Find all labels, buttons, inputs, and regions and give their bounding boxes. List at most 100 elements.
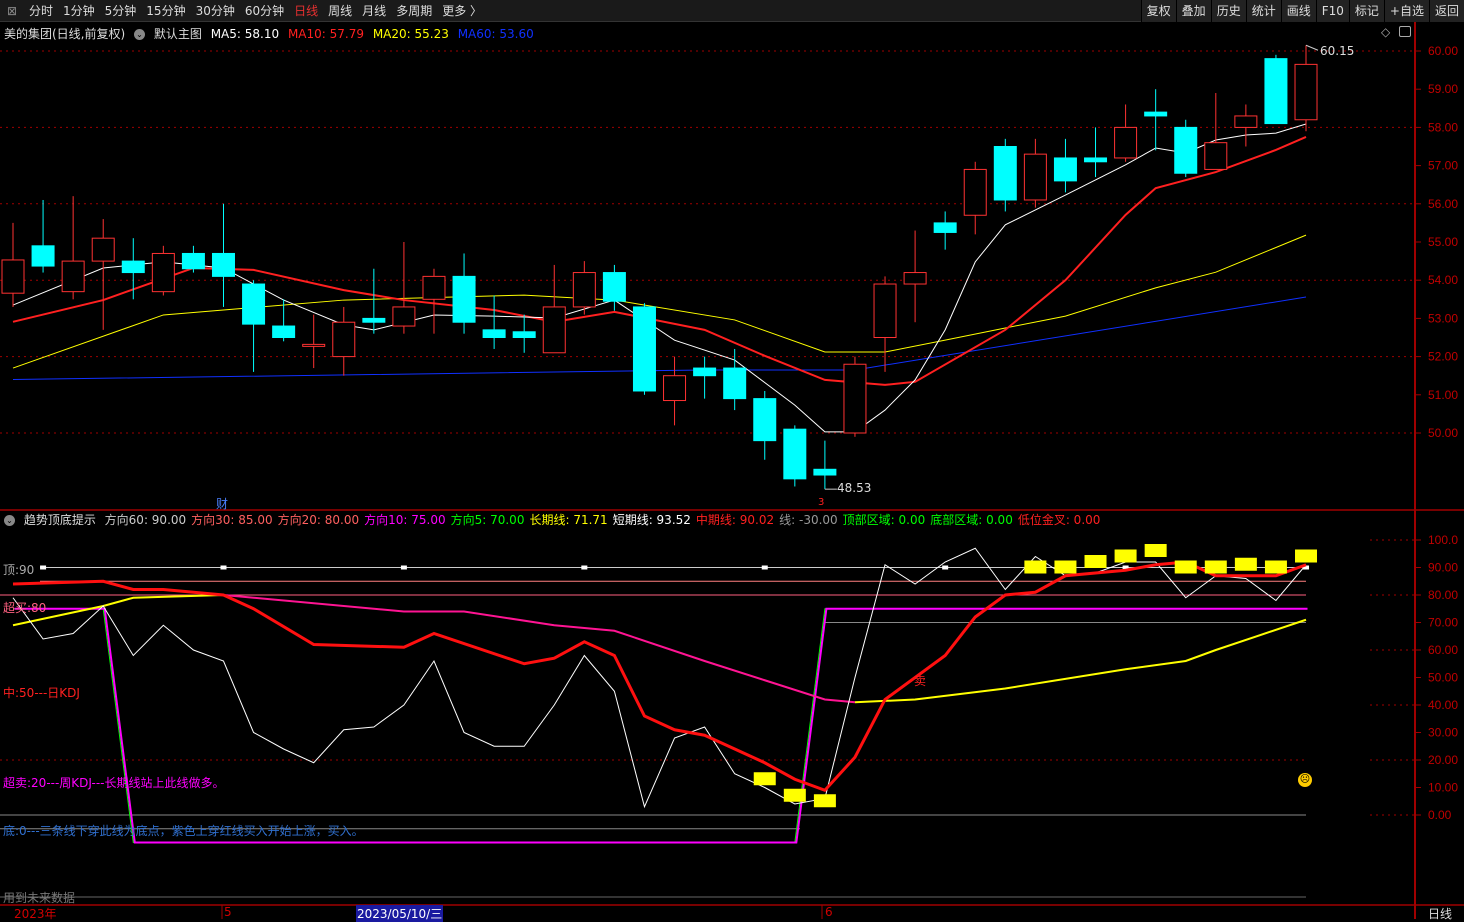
price-axis-label: 58.00 xyxy=(1428,120,1458,134)
candle-up xyxy=(91,237,115,262)
candle-down xyxy=(1264,58,1288,125)
price-axis-label: 57.00 xyxy=(1428,159,1458,173)
candle-down xyxy=(1084,157,1108,163)
candle-up xyxy=(873,283,897,338)
time-cursor-date: 2023/05/10/三 xyxy=(356,905,444,922)
step-line-magenta xyxy=(14,607,1308,844)
signal-marker xyxy=(1084,555,1107,568)
candle-up xyxy=(392,306,416,327)
signal-marker xyxy=(1174,560,1197,574)
ma5-line xyxy=(12,123,1307,433)
low-price-label: 48.53 xyxy=(837,481,872,495)
candle-down xyxy=(452,275,476,323)
top-line-marker xyxy=(40,565,47,570)
price-axis-label: 51.00 xyxy=(1428,388,1458,402)
candle-down xyxy=(783,428,807,480)
top-line-marker xyxy=(400,565,407,570)
signal-marker xyxy=(753,772,776,786)
candle-down xyxy=(602,272,626,302)
indicator-axis-label: 0.00 xyxy=(1428,808,1452,822)
candle-down xyxy=(121,260,145,274)
label-top: 顶:90 xyxy=(3,563,35,577)
ma20-line xyxy=(12,234,1307,369)
candle-up xyxy=(1114,126,1138,159)
long-line-pink xyxy=(223,594,856,704)
signal-marker xyxy=(783,788,806,802)
candle-up xyxy=(422,275,446,300)
price-axis-label: 55.00 xyxy=(1428,235,1458,249)
face-icon: ☹ xyxy=(1298,773,1312,787)
candle-down xyxy=(242,283,266,325)
time-june: 6 xyxy=(825,905,833,919)
price-axis-label: 60.00 xyxy=(1428,44,1458,58)
price-axis-label: 50.00 xyxy=(1428,426,1458,440)
signal-marker xyxy=(1144,544,1167,557)
indicator-axis-label: 70.00 xyxy=(1428,616,1458,630)
signal-marker xyxy=(1114,549,1137,563)
candle-down xyxy=(813,468,837,476)
label-future: 用到未来数据 xyxy=(3,891,76,905)
top-line-marker xyxy=(761,565,768,570)
label-overbought: 超买:80 xyxy=(3,601,47,615)
indicator-axis-label: 10.00 xyxy=(1428,781,1458,795)
candle-up xyxy=(1023,153,1047,201)
candle-down xyxy=(362,317,386,323)
price-axis-label: 54.00 xyxy=(1428,273,1458,287)
candle-down xyxy=(272,325,296,339)
indicator-axis-label: 60.00 xyxy=(1428,643,1458,657)
indicator-axis-label: 30.00 xyxy=(1428,726,1458,740)
top-line-marker xyxy=(220,565,227,570)
candle-up xyxy=(302,343,326,347)
price-axis-label: 56.00 xyxy=(1428,197,1458,211)
candle-down xyxy=(723,367,747,400)
price-axis-label: 53.00 xyxy=(1428,311,1458,325)
candle-up xyxy=(332,321,356,358)
ma10-line xyxy=(12,136,1307,386)
candle-up xyxy=(151,252,175,293)
top-line-marker xyxy=(942,565,949,570)
candle-up xyxy=(542,306,566,354)
candle-down xyxy=(181,252,205,270)
signal-marker xyxy=(1234,557,1257,571)
candle-down xyxy=(1144,111,1168,117)
ma60-line xyxy=(12,296,1307,381)
long-line-yellow xyxy=(854,618,1307,704)
candle-down xyxy=(1053,157,1077,182)
indicator-axis-label: 40.00 xyxy=(1428,698,1458,712)
label-bottom: 底:0---三条线下穿此线为底点，紫色上穿红线买入开始上涨，买入。 xyxy=(3,824,364,838)
candle-up xyxy=(1,259,25,294)
candle-up xyxy=(963,168,987,216)
top-line-marker xyxy=(581,565,588,570)
candle-down xyxy=(632,306,656,392)
high-marker xyxy=(1305,44,1319,51)
price-axis-label: 59.00 xyxy=(1428,82,1458,96)
indicator-axis-label: 100.0 xyxy=(1428,533,1458,547)
step-line-green xyxy=(13,608,1307,843)
period-label: 日线 xyxy=(1428,907,1453,921)
candle-up xyxy=(843,363,867,434)
short-line xyxy=(12,547,1307,809)
signal-marker xyxy=(1024,560,1047,574)
candle-down xyxy=(211,252,235,277)
time-may: 5 xyxy=(224,905,232,919)
sell-signal-label: 卖 xyxy=(914,674,927,688)
indicator-axis-label: 80.00 xyxy=(1428,588,1458,602)
candle-down xyxy=(753,398,777,442)
indicator-axis-label: 20.00 xyxy=(1428,753,1458,767)
signal-marker xyxy=(1054,560,1077,574)
price-axis-label: 52.00 xyxy=(1428,350,1458,364)
candle-up xyxy=(1204,142,1228,170)
indicator-axis-label: 50.00 xyxy=(1428,671,1458,685)
signal-marker xyxy=(813,794,836,808)
annotation-cai[interactable]: 财 xyxy=(216,495,228,512)
candle-down xyxy=(693,367,717,377)
candle-up xyxy=(903,272,927,285)
indicator-axis-label: 90.00 xyxy=(1428,561,1458,575)
candle-down xyxy=(31,245,55,267)
label-oversold: 超卖:20---周KDJ---长期线站上此线做多。 xyxy=(3,776,225,790)
signal-marker xyxy=(1295,549,1318,563)
candle-up xyxy=(663,375,687,402)
candle-down xyxy=(993,146,1017,201)
candle-up xyxy=(1234,115,1258,128)
annotation-three[interactable]: 3 xyxy=(818,497,824,508)
